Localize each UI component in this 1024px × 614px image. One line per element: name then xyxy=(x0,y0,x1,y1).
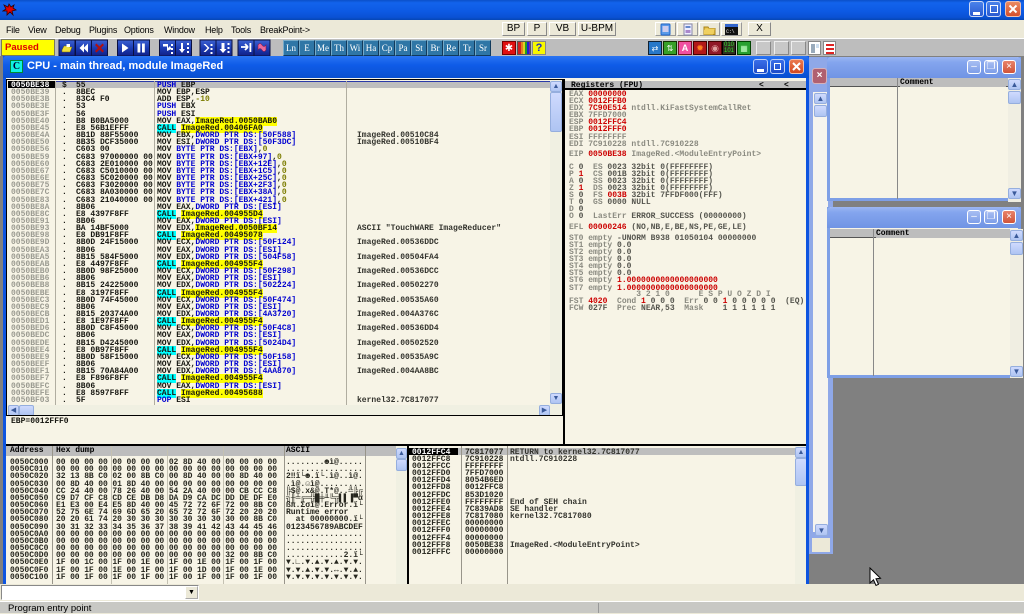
svg-text:C:\: C:\ xyxy=(726,29,735,35)
